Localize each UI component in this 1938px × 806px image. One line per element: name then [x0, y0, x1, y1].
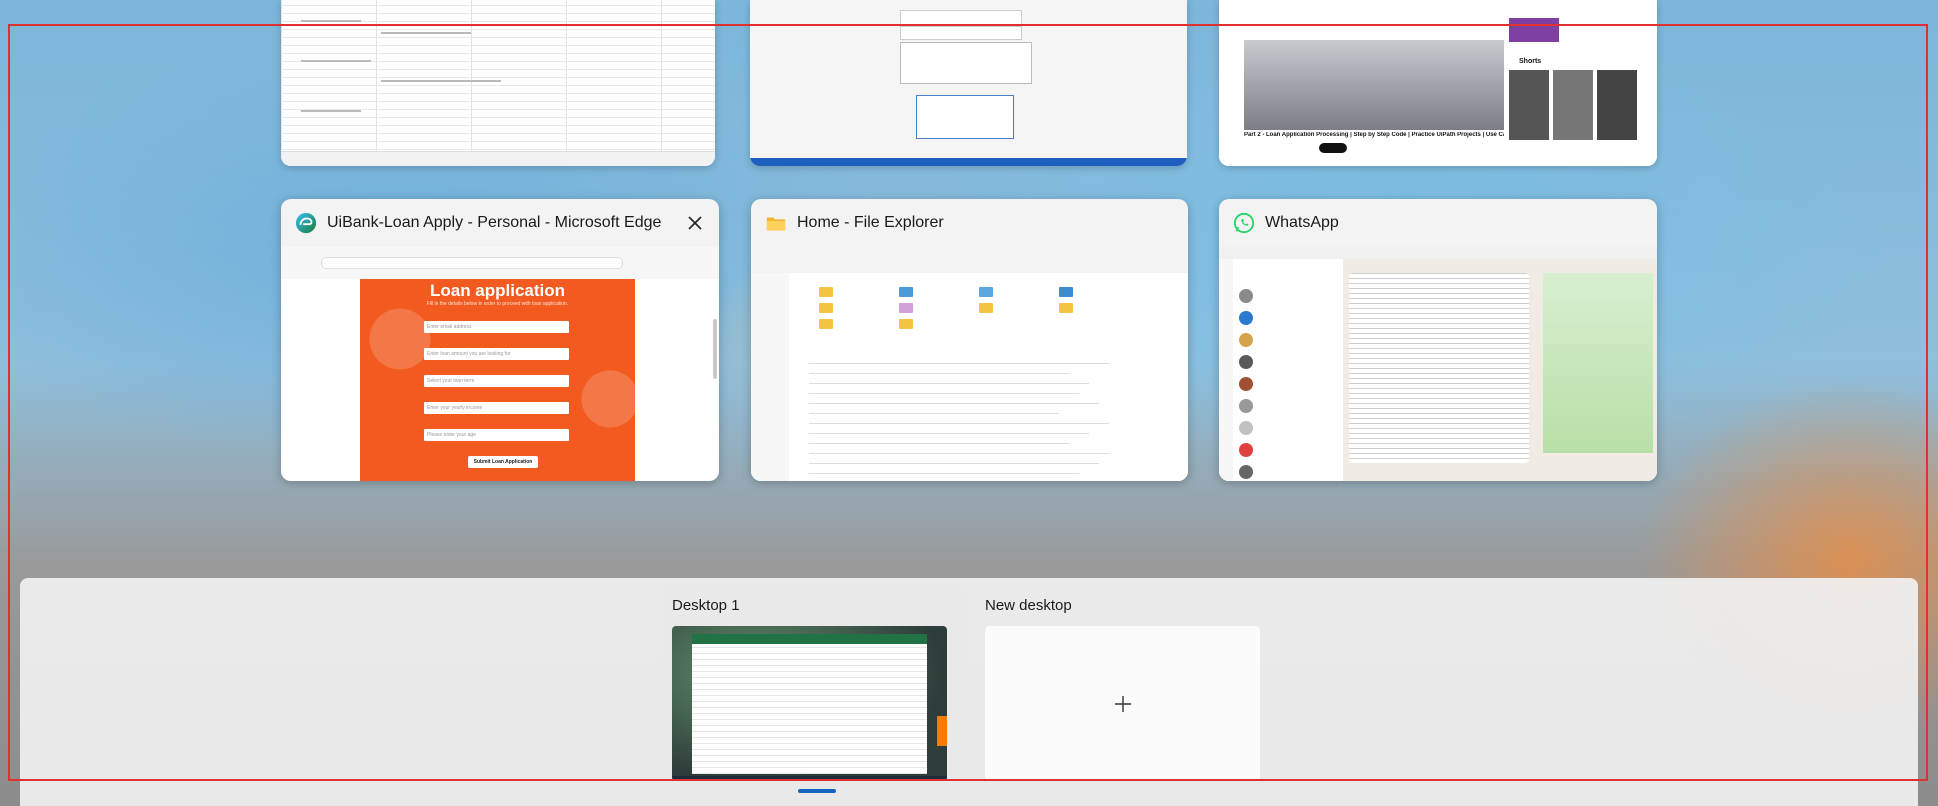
- loan-subheading: Fill in the details below in order to pr…: [426, 301, 569, 307]
- explorer-preview: [751, 247, 1188, 481]
- loan-page-preview: Loan application Fill in the details bel…: [281, 247, 719, 481]
- chat-list: [1219, 259, 1344, 481]
- spreadsheet-preview: [281, 0, 715, 166]
- loan-amount-field: Enter loan amount you are looking for: [424, 348, 569, 360]
- age-field: Please enter your age: [424, 429, 569, 441]
- window-title: UiBank-Loan Apply - Personal - Microsoft…: [327, 214, 662, 231]
- window-title: Home - File Explorer: [797, 214, 944, 231]
- folder-icon: [766, 217, 786, 231]
- loan-term-field: Select your loan term: [424, 375, 569, 387]
- loan-heading: Loan application: [429, 281, 566, 300]
- plus-icon: [1115, 696, 1131, 712]
- submit-loan-button: Submit Loan Application: [468, 456, 538, 468]
- desktop-label: Desktop 1: [672, 597, 740, 614]
- loan-form-panel: Loan application Fill in the details bel…: [360, 279, 635, 481]
- subscribe-button: [1319, 143, 1347, 153]
- chat-pane: [1343, 259, 1657, 481]
- edge-loan-window[interactable]: UiBank-Loan Apply - Personal - Microsoft…: [281, 199, 719, 481]
- desktop-1-tile[interactable]: Desktop 1: [661, 587, 967, 793]
- uipath-studio-window-thumbnail[interactable]: [750, 0, 1187, 166]
- whatsapp-preview: [1219, 247, 1657, 481]
- excel-window-thumbnail[interactable]: [281, 0, 715, 166]
- income-field: Enter your yearly income: [424, 402, 569, 414]
- youtube-window-thumbnail[interactable]: Part 2 - Loan Application Processing | S…: [1219, 0, 1657, 166]
- new-desktop-label: New desktop: [985, 597, 1072, 614]
- explorer-content: [789, 273, 1188, 481]
- shorts-label: Shorts: [1519, 58, 1542, 65]
- desktops-bar: Desktop 1 New desktop: [20, 578, 1918, 806]
- close-icon[interactable]: [683, 211, 707, 235]
- video-player-preview: [1244, 40, 1504, 130]
- edge-icon: [295, 212, 317, 234]
- whatsapp-icon: [1233, 212, 1255, 234]
- file-explorer-window[interactable]: Home - File Explorer: [751, 199, 1188, 481]
- new-desktop-tile[interactable]: New desktop: [974, 587, 1264, 787]
- browser-toolbar: [281, 247, 719, 280]
- whatsapp-window[interactable]: WhatsApp: [1219, 199, 1657, 481]
- email-field: Enter email address: [424, 321, 569, 333]
- new-desktop-button[interactable]: [985, 626, 1260, 781]
- active-desktop-indicator: [798, 789, 836, 793]
- explorer-sidebar: [751, 273, 790, 481]
- desktop-1-preview: [672, 626, 947, 781]
- video-title: Part 2 - Loan Application Processing | S…: [1244, 132, 1504, 138]
- window-title: WhatsApp: [1265, 214, 1339, 231]
